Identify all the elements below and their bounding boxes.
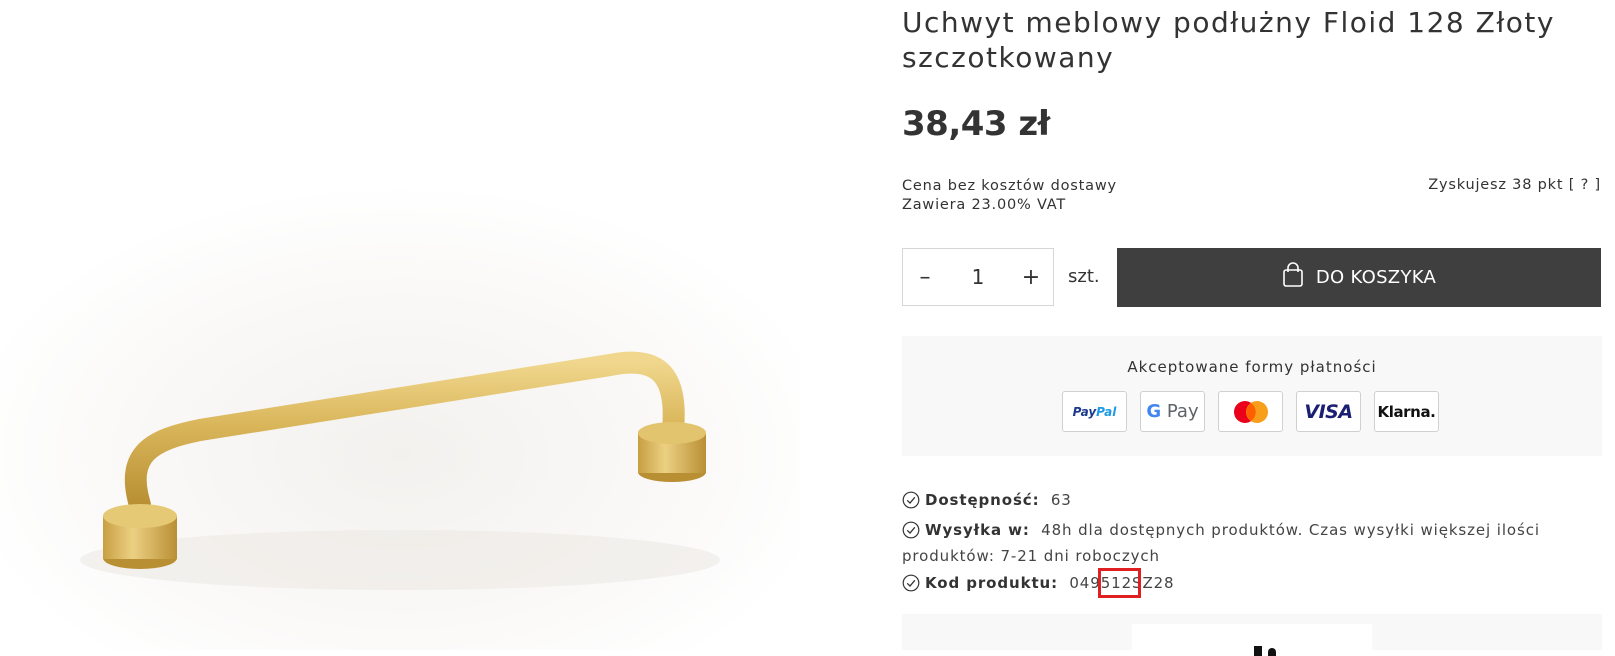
availability-label: Dostępność:: [925, 491, 1040, 509]
loyalty-points: Zyskujesz 38 pkt [ ? ]: [1428, 177, 1601, 193]
payment-methods-panel: Akceptowane formy płatności PayPal G Pay…: [902, 336, 1602, 456]
loyalty-points-text: Zyskujesz 38 pkt: [1428, 177, 1564, 193]
handle-illustration: [0, 160, 800, 650]
visa-logo: VISA: [1296, 391, 1361, 432]
quantity-unit: szt.: [1068, 266, 1100, 287]
product-image[interactable]: [0, 0, 800, 650]
product-code-label: Kod produktu:: [925, 574, 1059, 592]
add-to-cart-button[interactable]: DO KOSZYKA: [1117, 248, 1601, 307]
shipping-row: Wysyłka w: 48h dla dostępnych produktów.…: [902, 519, 1602, 567]
increment-button[interactable]: +: [1009, 249, 1053, 305]
quantity-input[interactable]: [951, 264, 1005, 290]
product-title: Uchwyt meblowy podłużny Floid 128 Złoty …: [902, 6, 1555, 74]
add-to-cart-label: DO KOSZYKA: [1315, 267, 1437, 288]
price-notes: Cena bez kosztów dostawy Zawiera 23.00% …: [902, 177, 1117, 215]
check-circle-icon: [902, 491, 920, 515]
shipping-label: Wysyłka w:: [925, 521, 1030, 539]
plus-icon: +: [1021, 264, 1041, 290]
product-code-row: Kod produktu: 049512SZ28: [902, 572, 1602, 598]
vat-note: Zawiera 23.00% VAT: [902, 197, 1067, 213]
product-price: 38,43 zł: [902, 104, 1050, 144]
shopping-bag-icon: [1282, 262, 1304, 293]
shipping-cost-note: Cena bez kosztów dostawy: [902, 178, 1117, 194]
bottom-panel-logo-fragment: [1268, 648, 1276, 656]
check-circle-icon: [902, 521, 920, 545]
availability-value: 63: [1050, 491, 1072, 509]
bottom-panel-logo-fragment: [1254, 646, 1262, 656]
check-circle-icon: [902, 574, 920, 598]
payment-methods-label: Akceptowane formy płatności: [1127, 358, 1377, 376]
payment-logos: PayPal G Pay VISA Klarna.: [1062, 391, 1439, 432]
klarna-logo: Klarna.: [1374, 391, 1439, 432]
bottom-panel: [902, 614, 1602, 656]
product-code-value: 049512SZ28: [1069, 574, 1175, 592]
paypal-logo: PayPal: [1062, 391, 1127, 432]
decrement-button[interactable]: –: [903, 249, 947, 305]
mastercard-logo: [1218, 391, 1283, 432]
google-pay-logo: G Pay: [1140, 391, 1205, 432]
availability-row: Dostępność: 63: [902, 489, 1602, 515]
quantity-stepper: – +: [902, 248, 1054, 306]
loyalty-points-help-link[interactable]: [ ? ]: [1569, 177, 1601, 193]
minus-icon: –: [919, 264, 931, 290]
